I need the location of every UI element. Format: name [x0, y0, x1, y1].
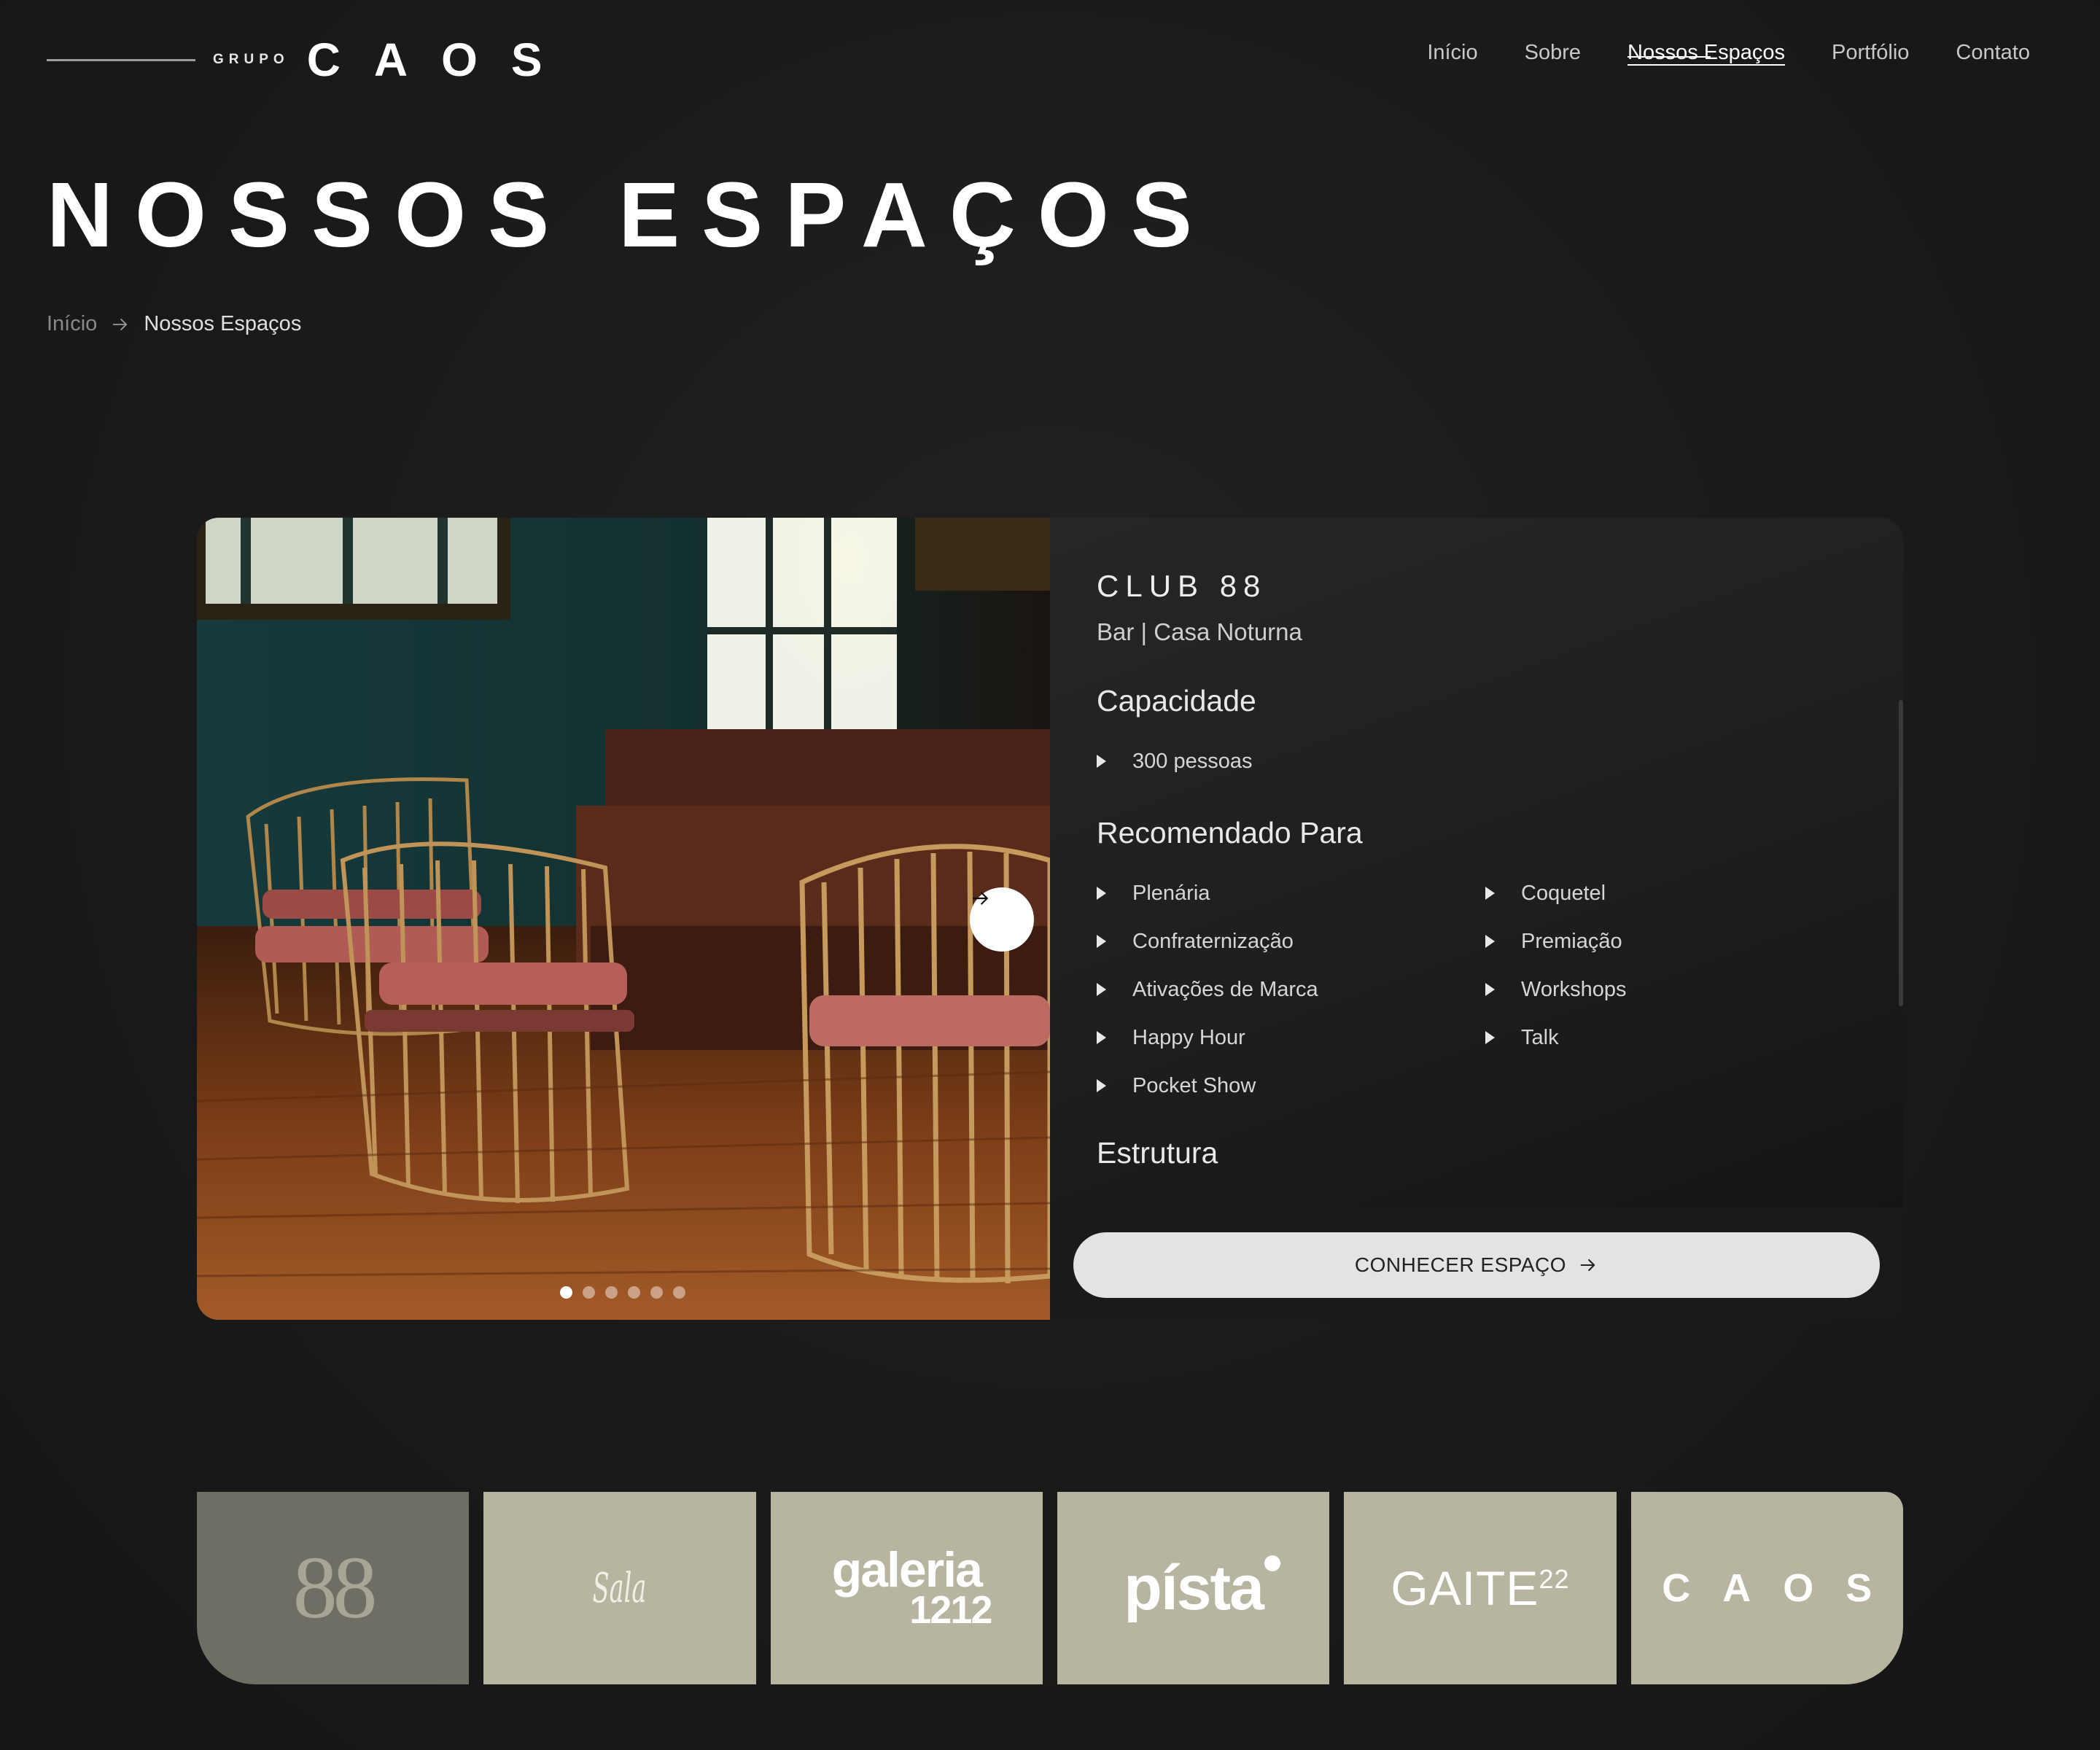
carousel-dot[interactable]: [650, 1286, 663, 1299]
main-nav: Início Sobre Nossos Espaços Portfólio Co…: [1427, 41, 2030, 65]
conhecer-espaco-button[interactable]: CONHECER ESPAÇO: [1073, 1232, 1880, 1298]
venue-logo-caos: CAOS: [1662, 1566, 1903, 1610]
recommended-item-label: Workshops: [1521, 977, 1627, 1001]
arrow-right-icon: [972, 892, 988, 905]
triangle-right-icon: [1485, 887, 1495, 900]
carousel-dots: [560, 1286, 685, 1299]
page: GRUPO CAOS Início Sobre Nossos Espaços P…: [0, 0, 2100, 1750]
triangle-right-icon: [1097, 1031, 1106, 1044]
carousel-dot[interactable]: [673, 1286, 685, 1299]
carousel-dot[interactable]: [628, 1286, 640, 1299]
venue-logo-galeria: galeria 1212: [822, 1542, 993, 1633]
recommended-item-label: Happy Hour: [1132, 1025, 1245, 1049]
triangle-right-icon: [1097, 983, 1106, 996]
venue-logo-strip: 88 Sala galeria 1212 písta GAITE22 CAOS: [197, 1492, 1903, 1684]
triangle-right-icon: [1097, 887, 1106, 900]
breadcrumb-home-link[interactable]: Início: [47, 312, 97, 336]
venue-logo-galeria-word: galeria: [831, 1542, 983, 1598]
recommended-item-label: Pocket Show: [1132, 1073, 1256, 1097]
list-item: Coquetel: [1485, 869, 1777, 917]
capacity-heading: Capacidade: [1097, 684, 1256, 718]
capacity-value: 300 pessoas: [1132, 749, 1253, 773]
triangle-right-icon: [1097, 1079, 1106, 1092]
triangle-right-icon: [1097, 935, 1106, 948]
list-item: Ativações de Marca: [1097, 965, 1485, 1014]
space-photo-carousel[interactable]: [197, 518, 1050, 1320]
list-item: Happy Hour: [1097, 1014, 1485, 1062]
logo-rule: [47, 58, 195, 61]
venue-tile-pista[interactable]: písta: [1057, 1492, 1330, 1684]
triangle-right-icon: [1485, 983, 1495, 996]
venue-logo-galeria-number: 1212: [909, 1588, 992, 1633]
nav-item-nossos-espacos[interactable]: Nossos Espaços: [1628, 41, 1785, 65]
space-card: CLUB 88 Bar | Casa Noturna Capacidade 30…: [197, 518, 1903, 1320]
venue-logo-gaite-text: GAITE: [1391, 1561, 1539, 1615]
venue-tile-caos[interactable]: CAOS: [1630, 1492, 1903, 1684]
nav-item-contato[interactable]: Contato: [1956, 41, 2030, 65]
recommended-item-label: Ativações de Marca: [1132, 977, 1318, 1001]
triangle-right-icon: [1097, 755, 1106, 768]
venue-tile-gaite[interactable]: GAITE22: [1344, 1492, 1617, 1684]
triangle-right-icon: [1485, 1031, 1495, 1044]
venue-logo-pista: písta: [1124, 1552, 1281, 1625]
space-info-panel: CLUB 88 Bar | Casa Noturna Capacidade 30…: [1050, 518, 1903, 1320]
venue-logo-88: 88: [292, 1539, 378, 1637]
list-item: Pocket Show: [1097, 1062, 1485, 1110]
site-header: GRUPO CAOS Início Sobre Nossos Espaços P…: [0, 0, 2100, 117]
recommended-heading: Recomendado Para: [1097, 816, 1363, 849]
space-name: CLUB 88: [1097, 569, 1267, 603]
venue-tile-88[interactable]: 88: [197, 1492, 470, 1684]
breadcrumb: Início Nossos Espaços: [47, 312, 301, 336]
list-item: 300 pessoas: [1097, 737, 1903, 785]
cta-zone: CONHECER ESPAÇO: [1050, 1208, 1903, 1320]
venue-logo-gaite-suffix: 22: [1539, 1564, 1570, 1594]
list-item: Confraternização: [1097, 917, 1485, 965]
recommended-item-label: Confraternização: [1132, 929, 1294, 953]
breadcrumb-current: Nossos Espaços: [144, 312, 302, 335]
arrow-right-icon: [113, 318, 128, 330]
venue-logo-sala: Sala: [593, 1564, 647, 1612]
venue-tile-galeria-1212[interactable]: galeria 1212: [770, 1492, 1043, 1684]
recommended-item-label: Coquetel: [1521, 881, 1606, 905]
nav-item-sobre[interactable]: Sobre: [1525, 41, 1581, 65]
structure-heading: Estrutura: [1097, 1136, 1218, 1170]
carousel-dot[interactable]: [605, 1286, 618, 1299]
logo-grupo-text: GRUPO: [213, 52, 289, 67]
recommended-list: Plenária Coquetel Confraternização Premi…: [1097, 869, 1903, 1110]
space-type: Bar | Casa Noturna: [1097, 618, 1302, 645]
cta-label: CONHECER ESPAÇO: [1354, 1253, 1567, 1276]
nav-item-portfolio[interactable]: Portfólio: [1832, 41, 1909, 65]
space-photo: [197, 518, 1050, 1320]
page-title: NOSSOS ESPAÇOS: [47, 163, 1214, 266]
list-item: Premiação: [1485, 917, 1777, 965]
pista-badge-icon: [1264, 1555, 1281, 1571]
recommended-item-label: Plenária: [1132, 881, 1210, 905]
triangle-right-icon: [1485, 935, 1495, 948]
carousel-dot[interactable]: [560, 1286, 572, 1299]
logo-caos-text: CAOS: [306, 34, 576, 86]
info-scrollbar[interactable]: [1899, 700, 1903, 1006]
recommended-item-label: Premiação: [1521, 929, 1622, 953]
list-item: Talk: [1485, 1014, 1777, 1062]
list-item: Plenária: [1097, 869, 1485, 917]
space-info-scroll[interactable]: CLUB 88 Bar | Casa Noturna Capacidade 30…: [1050, 518, 1903, 1208]
arrow-right-icon: [1580, 1259, 1595, 1272]
recommended-item-label: Talk: [1521, 1025, 1559, 1049]
list-item: Workshops: [1485, 965, 1777, 1014]
carousel-dot[interactable]: [583, 1286, 595, 1299]
nav-item-inicio[interactable]: Início: [1427, 41, 1477, 65]
capacity-list: 300 pessoas: [1097, 737, 1903, 785]
venue-tile-sala[interactable]: Sala: [483, 1492, 756, 1684]
brand-logo[interactable]: GRUPO CAOS: [47, 29, 576, 90]
venue-logo-pista-text: písta: [1124, 1552, 1264, 1623]
carousel-next-button[interactable]: [970, 887, 1034, 952]
venue-logo-gaite: GAITE22: [1391, 1560, 1569, 1616]
